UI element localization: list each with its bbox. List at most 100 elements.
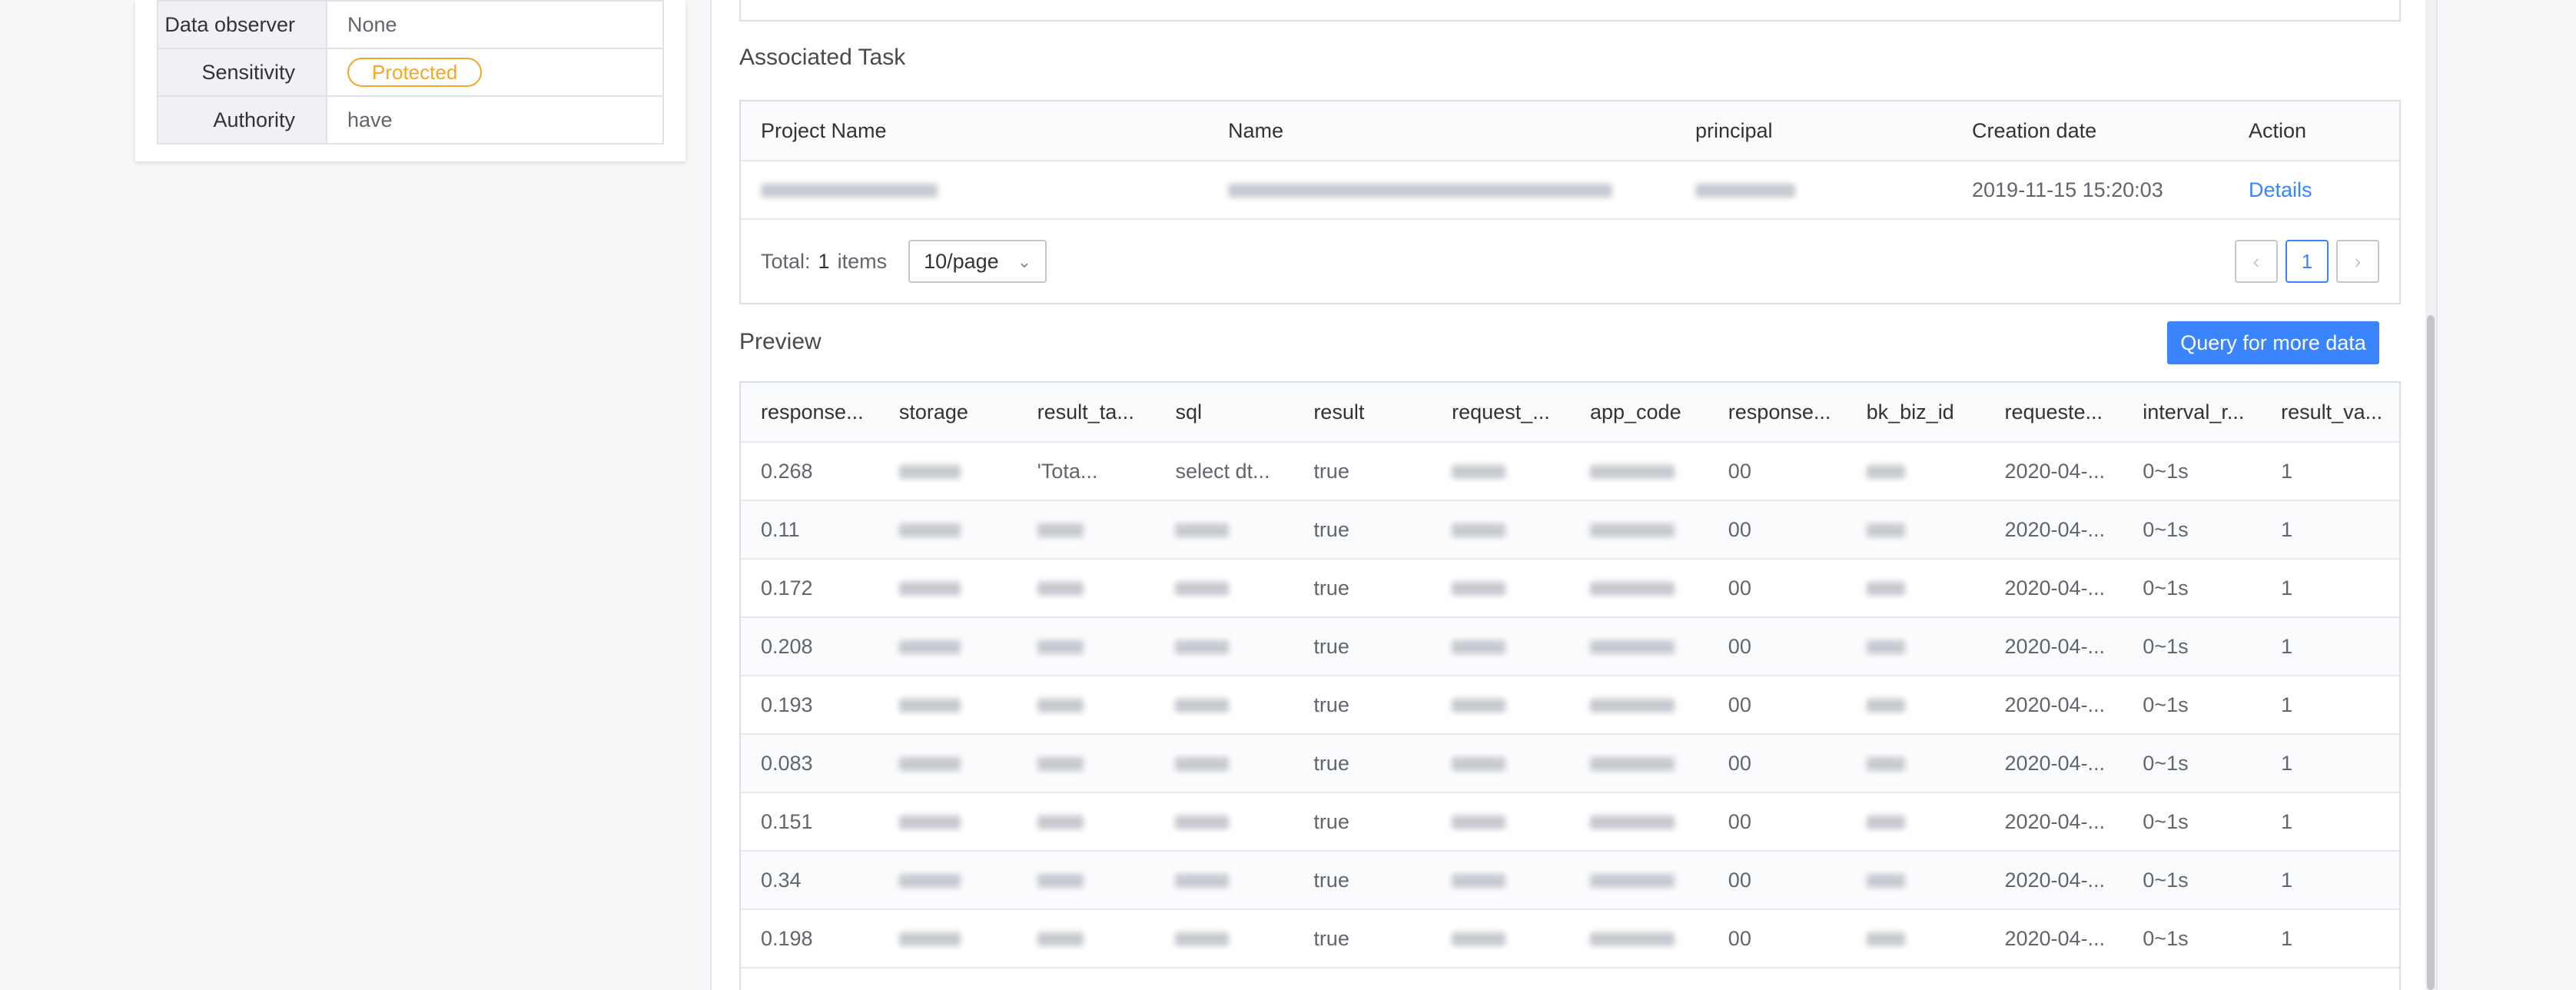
redacted-text (1228, 184, 1612, 198)
cell-interval-range: 0~1s (2143, 576, 2189, 600)
cell-app-code (1570, 460, 1708, 483)
scrollbar-thumb[interactable] (2427, 315, 2435, 990)
cell-response-code: 00 (1728, 576, 1751, 600)
cell-bk-biz-id (1847, 693, 1985, 717)
page-1-button[interactable]: 1 (2286, 240, 2329, 283)
cell-result: true (1313, 517, 1349, 541)
cell-result-value: 1 (2281, 809, 2293, 833)
cell-bk-biz-id (1847, 810, 1985, 834)
redacted-text (1452, 582, 1506, 596)
table-header: Project Name Name principal Creation dat… (741, 101, 2399, 161)
table-row[interactable]: 0.151 true 00 2020-04-... 0~1s 1 (741, 793, 2399, 852)
table-row[interactable]: 0.11 true 00 2020-04-... 0~1s 1 (741, 501, 2399, 560)
redacted-text (1175, 816, 1230, 830)
cell-requested-at: 2020-04-... (2004, 634, 2106, 658)
cell-app-code (1570, 693, 1708, 717)
column-header-interval-range[interactable]: interval_r... (2123, 400, 2261, 424)
task-name-cell (1208, 178, 1675, 202)
cell-response-time: 0.083 (761, 751, 813, 775)
dataset-info-card: Data observer None Sensitivity Protected… (135, 0, 685, 161)
redacted-text (1589, 932, 1675, 947)
cell-sql (1155, 752, 1293, 776)
cell-sql: select dt... (1175, 459, 1270, 483)
cell-result-value: 1 (2281, 868, 2293, 892)
cell-requested-at: 2020-04-... (2004, 809, 2106, 833)
redacted-text (1589, 816, 1675, 830)
column-header-result[interactable]: result (1293, 400, 1432, 424)
column-header[interactable]: Action (2229, 119, 2399, 143)
cell-bk-biz-id (1847, 518, 1985, 542)
column-header[interactable]: Project Name (741, 119, 1208, 143)
prev-page-button[interactable]: ‹ (2235, 240, 2278, 283)
column-header[interactable]: principal (1675, 119, 1952, 143)
cell-response-time: 0.11 (761, 517, 800, 541)
cell-bk-biz-id (1847, 635, 1985, 659)
cell-request (1432, 810, 1570, 834)
redacted-text (1866, 523, 1905, 538)
associated-task-table: Project Name Name principal Creation dat… (739, 100, 2401, 304)
redacted-text (1866, 699, 1905, 713)
query-more-data-button[interactable]: Query for more data (2167, 321, 2379, 364)
cell-result-table (1017, 693, 1156, 717)
column-header-response-time[interactable]: response... (741, 400, 879, 424)
column-header[interactable]: Creation date (1952, 119, 2229, 143)
cell-result: true (1313, 868, 1349, 892)
redacted-text (761, 184, 938, 198)
details-link[interactable]: Details (2229, 178, 2399, 202)
redacted-text (898, 757, 961, 772)
redacted-text (1866, 757, 1905, 772)
cell-interval-range: 0~1s (2143, 868, 2189, 892)
cell-requested-at: 2020-04-... (2004, 576, 2106, 600)
column-header-sql[interactable]: sql (1155, 400, 1293, 424)
redacted-text (1589, 757, 1675, 772)
column-header[interactable]: Name (1208, 119, 1675, 143)
table-row[interactable]: 0.083 true 00 2020-04-... 0~1s 1 (741, 735, 2399, 793)
column-header-result-value[interactable]: result_va... (2261, 400, 2399, 424)
page-size-select[interactable]: 10/page ⌄ (908, 240, 1047, 283)
redacted-text (1037, 640, 1084, 655)
scrollbar-track[interactable] (2425, 0, 2436, 990)
table-row[interactable]: 2019-11-15 15:20:03 Details (741, 161, 2399, 220)
cell-result-table (1017, 518, 1156, 542)
redacted-text (1452, 699, 1506, 713)
redacted-text (1589, 699, 1675, 713)
cell-result-table (1017, 576, 1156, 600)
column-header-request[interactable]: request_... (1432, 400, 1570, 424)
table-header: response... storage result_ta... sql result r… (741, 383, 2399, 443)
cell-app-code (1570, 869, 1708, 892)
cell-interval-range: 0~1s (2143, 693, 2189, 716)
redacted-text (1866, 582, 1905, 596)
cell-response-code: 00 (1728, 517, 1751, 541)
redacted-text (1037, 699, 1084, 713)
cell-app-code (1570, 635, 1708, 659)
cell-result: true (1313, 751, 1349, 775)
column-header-requested-at[interactable]: requeste... (1984, 400, 2123, 424)
cell-response-time: 0.208 (761, 634, 813, 658)
next-page-button[interactable]: › (2336, 240, 2379, 283)
cell-result-value: 1 (2281, 576, 2293, 600)
column-header-response-code[interactable]: response... (1708, 400, 1847, 424)
column-header-storage[interactable]: storage (879, 400, 1017, 424)
cell-requested-at: 2020-04-... (2004, 868, 2106, 892)
cell-sql (1155, 635, 1293, 659)
table-row[interactable]: 0.34 true 00 2020-04-... 0~1s 1 (741, 852, 2399, 910)
cell-result: true (1313, 634, 1349, 658)
cell-response-time: 0.193 (761, 693, 813, 716)
table-row[interactable]: 0.172 true 00 2020-04-... 0~1s 1 (741, 560, 2399, 618)
table-row[interactable]: 0.193 true 00 2020-04-... 0~1s 1 (741, 676, 2399, 735)
redacted-text (1175, 699, 1230, 713)
redacted-text (1866, 932, 1905, 947)
total-count: 1 (818, 249, 830, 273)
column-header-result-table[interactable]: result_ta... (1017, 400, 1156, 424)
cell-request (1432, 869, 1570, 892)
cell-storage (879, 693, 1017, 717)
table-row[interactable]: 0.268 'Tota... select dt... true 00 2020-04-.… (741, 443, 2399, 501)
cell-sql (1155, 518, 1293, 542)
column-header-bk-biz-id[interactable]: bk_biz_id (1847, 400, 1985, 424)
cell-sql (1155, 693, 1293, 717)
info-row-authority: Authority have (157, 95, 664, 145)
table-row[interactable]: 0.208 true 00 2020-04-... 0~1s 1 (741, 618, 2399, 676)
preview-table: response... storage result_ta... sql result r… (739, 381, 2401, 990)
column-header-app-code[interactable]: app_code (1570, 400, 1708, 424)
table-row[interactable]: 0.198 true 00 2020-04-... 0~1s 1 (741, 910, 2399, 968)
